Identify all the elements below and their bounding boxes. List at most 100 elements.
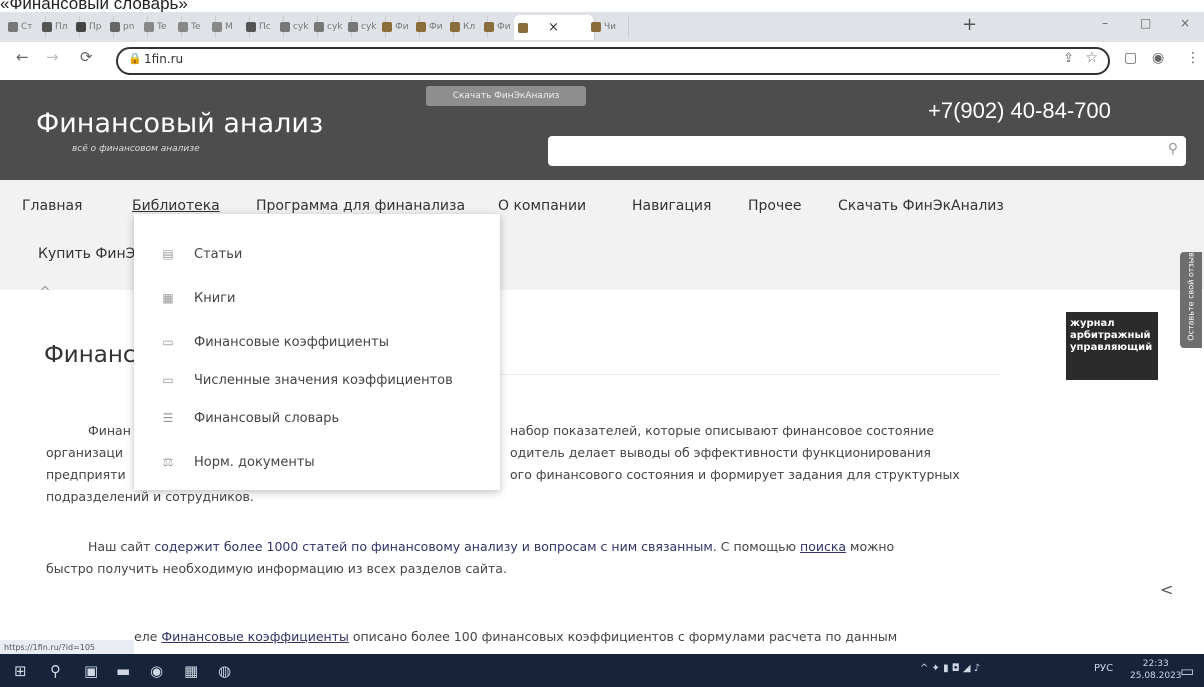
- tab-label: Te: [157, 22, 167, 32]
- new-tab-button[interactable]: +: [962, 14, 977, 35]
- dropdown-item-dictionary[interactable]: ☰ Финансовый словарь: [160, 406, 340, 430]
- profile-avatar[interactable]: ◉: [1152, 50, 1164, 66]
- dictionary-icon: ☰: [162, 411, 174, 425]
- favicon-icon: [484, 22, 494, 32]
- arbitration-journal-banner[interactable]: журнал арбитражный управляющий: [1066, 312, 1158, 380]
- article-icon: ▤: [162, 247, 174, 261]
- nav-item-other[interactable]: Прочее: [748, 198, 801, 214]
- tab-label: Фи: [429, 22, 443, 32]
- tab-label: cyk: [327, 22, 343, 32]
- minimize-button[interactable]: –: [1102, 16, 1108, 30]
- favicon-icon: [450, 22, 460, 32]
- download-finekanaliz-button[interactable]: Скачать ФинЭкАнализ: [426, 86, 586, 106]
- windows-start-icon[interactable]: ⊞: [14, 662, 27, 680]
- app2-icon[interactable]: ◍: [218, 662, 231, 680]
- tab-label: Te: [191, 22, 201, 32]
- close-tab-icon[interactable]: ×: [548, 20, 559, 35]
- search-icon[interactable]: ⚲: [50, 662, 61, 680]
- menu-icon[interactable]: ⋮: [1186, 50, 1200, 66]
- coefficients-link[interactable]: Финансовые коэффициенты: [161, 629, 349, 644]
- paragraph-1-line-1a: Финан: [88, 423, 131, 438]
- share-icon[interactable]: <: [1160, 580, 1173, 599]
- paragraph-2-line-1: Наш сайт содержит более 1000 статей по ф…: [88, 539, 895, 554]
- bookmark-star-icon[interactable]: ☆: [1085, 50, 1098, 66]
- nav-item-navigation[interactable]: Навигация: [632, 198, 711, 214]
- favicon-icon: [42, 22, 52, 32]
- back-icon[interactable]: ←: [16, 48, 29, 66]
- language-indicator[interactable]: РУС: [1094, 663, 1113, 674]
- tab-label: pn: [123, 22, 135, 32]
- browser-tab[interactable]: Чи: [587, 16, 629, 38]
- favicon-icon: [212, 22, 222, 32]
- search-link[interactable]: поиска: [800, 539, 846, 554]
- url-text: 1fin.ru: [144, 52, 184, 66]
- dropdown-item-values[interactable]: ▭ Численные значения коэффициентов: [160, 368, 452, 392]
- paragraph-1-line-2b: одитель делает выводы об эффективности ф…: [510, 445, 931, 460]
- dropdown-item-coefficients[interactable]: ▭ Финансовые коэффициенты: [160, 330, 389, 354]
- forward-icon[interactable]: →: [46, 48, 59, 66]
- tab-label: Ст: [21, 22, 33, 32]
- phone-number: +7(902) 40-84-700: [928, 98, 1111, 123]
- clock[interactable]: 22:33 25.08.2023: [1130, 658, 1182, 682]
- site-subtitle: всё о финансовом анализе: [72, 144, 200, 154]
- tab-label: Кл: [463, 22, 476, 32]
- search-input[interactable]: ⚲: [548, 136, 1186, 166]
- favicon-icon: [144, 22, 154, 32]
- dropdown-item-articles[interactable]: ▤ Статьи: [160, 242, 242, 266]
- paragraph-2-line-2: быстро получить необходимую информацию и…: [46, 561, 507, 576]
- search-icon[interactable]: ⚲: [1168, 141, 1178, 157]
- file-explorer-icon[interactable]: ▬: [116, 662, 130, 680]
- nav-item-company[interactable]: О компании: [498, 198, 586, 214]
- browser-taskbar-icon[interactable]: ◉: [150, 662, 163, 680]
- taskbar: ⊞ ⚲ ▣ ▬ ◉ ▦ ◍ ^ ✦ ▮ ◘ ◢ ♪ РУС 22:33 25.0…: [0, 654, 1204, 687]
- system-tray: ^ ✦ ▮ ◘ ◢ ♪: [920, 663, 981, 674]
- favicon-icon: [518, 22, 528, 33]
- app-icon[interactable]: ▦: [184, 662, 198, 680]
- favicon-icon: [246, 22, 256, 32]
- dropdown-item-books[interactable]: ▦ Книги: [160, 286, 235, 310]
- nav-item-home[interactable]: Главная: [22, 198, 82, 214]
- nav-item-program[interactable]: Программа для финанализа: [256, 198, 465, 214]
- maximize-button[interactable]: □: [1140, 16, 1151, 30]
- address-bar-row: ← → ⟳ 🔒 1fin.ru ⇪ ☆ ▢ ◉ ⋮: [0, 42, 1204, 78]
- favicon-icon: [416, 22, 426, 32]
- tab-label: M: [225, 22, 233, 32]
- favicon-icon: [178, 22, 188, 32]
- browser-tab-strip: + – □ × Ст Пл Пр pn Te Te M Пс cyk cyk cyk Фи Фи Кл Фи…: [0, 12, 1204, 42]
- reload-icon[interactable]: ⟳: [80, 48, 93, 66]
- address-input[interactable]: 🔒 1fin.ru ⇪ ☆: [116, 47, 1110, 75]
- favicon-icon: [8, 22, 18, 32]
- feedback-tab[interactable]: Оставьте свой отзыв: [1180, 252, 1202, 348]
- tab-label: Пр: [89, 22, 102, 32]
- favicon-icon: [280, 22, 290, 32]
- site-title[interactable]: Финансовый анализ: [36, 108, 323, 139]
- notifications-icon[interactable]: ▭: [1180, 662, 1194, 680]
- paragraph-1-line-2a: организаци: [46, 445, 124, 460]
- lock-icon: 🔒: [128, 52, 142, 65]
- favicon-icon: [348, 22, 358, 32]
- divider: [500, 374, 1000, 375]
- task-view-icon[interactable]: ▣: [84, 662, 98, 680]
- tab-label: Пс: [259, 22, 271, 32]
- paragraph-1-line-3a: предприяти: [46, 467, 126, 482]
- paragraph-1-line-3b: ого финансового состояния и формирует за…: [510, 467, 960, 482]
- favicon-icon: [110, 22, 120, 32]
- books-icon: ▦: [162, 291, 174, 305]
- share-icon[interactable]: ⇪: [1063, 51, 1074, 66]
- articles-link[interactable]: содержит более 1000 статей по финансовом…: [154, 539, 716, 554]
- paragraph-1-line-1b: набор показателей, которые описывают фин…: [510, 423, 935, 438]
- tab-label: Фи: [497, 22, 511, 32]
- scales-icon: ⚖: [162, 455, 174, 469]
- values-icon: ▭: [162, 373, 174, 387]
- favicon-icon: [382, 22, 392, 32]
- nav-item-buy[interactable]: Купить ФинЭ: [38, 246, 138, 262]
- dropdown-item-norm-docs[interactable]: ⚖ Норм. документы: [160, 450, 315, 474]
- tab-active[interactable]: ×: [514, 15, 595, 40]
- tab-label: Фи: [395, 22, 409, 32]
- favicon-icon: [591, 22, 601, 32]
- nav-item-download[interactable]: Скачать ФинЭкАнализ: [838, 198, 1004, 214]
- tab-label: cyk: [293, 22, 309, 32]
- close-window-button[interactable]: ×: [1180, 16, 1190, 30]
- sidepanel-icon[interactable]: ▢: [1124, 50, 1137, 66]
- nav-item-library[interactable]: Библиотека: [132, 198, 220, 214]
